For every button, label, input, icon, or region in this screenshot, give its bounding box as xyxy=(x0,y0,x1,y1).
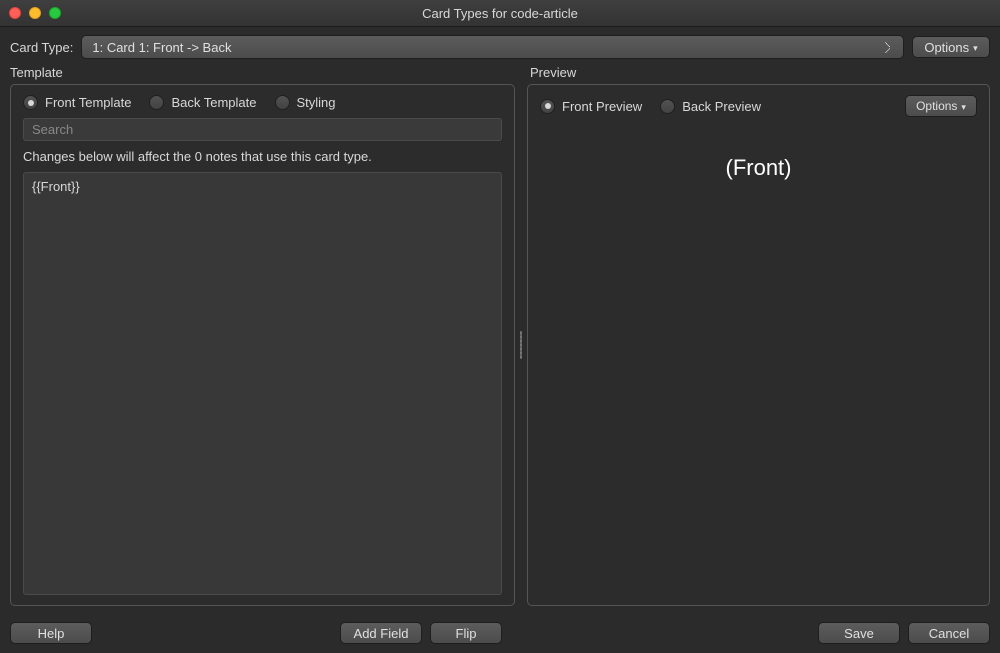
window-title: Card Types for code-article xyxy=(422,6,578,21)
panel-splitter[interactable] xyxy=(519,84,523,606)
preview-panel: Front Preview Back Preview Options ▾ (Fr… xyxy=(527,84,990,606)
help-button-label: Help xyxy=(38,626,65,641)
radio-back-preview[interactable]: Back Preview xyxy=(660,99,761,114)
flip-button[interactable]: Flip xyxy=(430,622,502,644)
radio-back-template[interactable]: Back Template xyxy=(149,95,256,110)
search-input[interactable]: Search xyxy=(23,118,502,141)
template-editor[interactable]: {{Front}} xyxy=(23,172,502,595)
save-button[interactable]: Save xyxy=(818,622,900,644)
preview-options-button[interactable]: Options ▾ xyxy=(905,95,977,117)
cancel-button[interactable]: Cancel xyxy=(908,622,990,644)
caret-down-icon: ▾ xyxy=(961,102,966,113)
titlebar: Card Types for code-article xyxy=(0,0,1000,27)
preview-content: (Front) xyxy=(528,125,989,605)
radio-icon xyxy=(149,95,164,110)
splitter-grip-icon xyxy=(520,331,522,359)
help-button[interactable]: Help xyxy=(10,622,92,644)
card-type-select[interactable]: 1: Card 1: Front -> Back xyxy=(81,35,904,59)
radio-icon xyxy=(275,95,290,110)
card-type-selected-text: 1: Card 1: Front -> Back xyxy=(92,40,231,55)
radio-label: Back Preview xyxy=(682,99,761,114)
radio-icon xyxy=(660,99,675,114)
card-type-row: Card Type: 1: Card 1: Front -> Back Opti… xyxy=(0,27,1000,65)
radio-label: Back Template xyxy=(171,95,256,110)
search-placeholder: Search xyxy=(32,122,73,137)
bottom-bar: Help Add Field Flip Save Cancel xyxy=(0,613,1000,653)
radio-label: Front Preview xyxy=(562,99,642,114)
card-type-label: Card Type: xyxy=(10,40,73,55)
radio-icon xyxy=(540,99,555,114)
caret-down-icon: ▾ xyxy=(973,43,978,54)
save-button-label: Save xyxy=(844,626,874,641)
template-panel: Front Template Back Template Styling Sea… xyxy=(10,84,515,606)
maximize-window-button[interactable] xyxy=(49,7,61,19)
radio-styling[interactable]: Styling xyxy=(275,95,336,110)
editor-text: {{Front}} xyxy=(32,179,80,194)
template-radio-row: Front Template Back Template Styling xyxy=(11,85,514,118)
traffic-lights xyxy=(9,7,61,19)
section-headers: Template Preview xyxy=(0,65,1000,80)
radio-label: Styling xyxy=(297,95,336,110)
panels: Front Template Back Template Styling Sea… xyxy=(0,80,1000,606)
cancel-button-label: Cancel xyxy=(929,626,969,641)
card-type-options-button[interactable]: Options ▾ xyxy=(912,36,990,58)
radio-front-template[interactable]: Front Template xyxy=(23,95,131,110)
preview-heading: Preview xyxy=(520,65,990,80)
template-heading: Template xyxy=(10,65,520,80)
close-window-button[interactable] xyxy=(9,7,21,19)
add-field-button-label: Add Field xyxy=(354,626,409,641)
add-field-button[interactable]: Add Field xyxy=(340,622,422,644)
preview-radio-row: Front Preview Back Preview Options ▾ xyxy=(528,85,989,125)
options-button-label: Options xyxy=(916,99,957,113)
options-button-label: Options xyxy=(924,40,969,55)
radio-label: Front Template xyxy=(45,95,131,110)
radio-icon xyxy=(23,95,38,110)
radio-front-preview[interactable]: Front Preview xyxy=(540,99,642,114)
template-hint: Changes below will affect the 0 notes th… xyxy=(11,141,514,168)
flip-button-label: Flip xyxy=(456,626,477,641)
preview-front-text: (Front) xyxy=(726,155,792,180)
minimize-window-button[interactable] xyxy=(29,7,41,19)
